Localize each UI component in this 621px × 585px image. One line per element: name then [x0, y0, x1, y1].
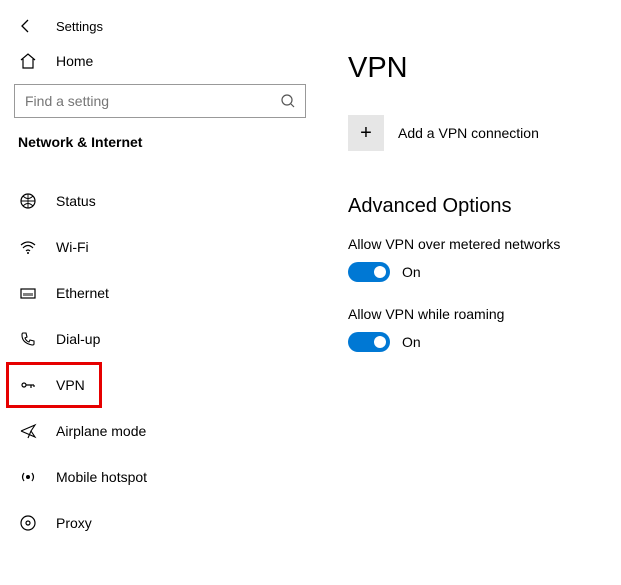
sidebar-item-status[interactable]: Status — [0, 178, 320, 224]
home-label: Home — [56, 53, 93, 69]
sidebar-item-airplane[interactable]: Airplane mode — [0, 408, 320, 454]
page-title: VPN — [348, 52, 621, 85]
header-row: Settings — [0, 18, 320, 34]
window-title: Settings — [56, 19, 103, 34]
back-icon[interactable] — [18, 18, 34, 34]
sidebar-item-dialup[interactable]: Dial-up — [0, 316, 320, 362]
vpn-icon — [18, 376, 38, 394]
phone-icon — [18, 330, 38, 348]
main-panel: VPN + Add a VPN connection Advanced Opti… — [320, 0, 621, 585]
add-vpn-label: Add a VPN connection — [398, 125, 539, 141]
sidebar-item-label: Proxy — [56, 515, 92, 531]
sidebar-item-label: Ethernet — [56, 285, 109, 301]
sidebar-item-label: VPN — [56, 377, 85, 393]
roaming-state: On — [402, 334, 421, 350]
wifi-icon — [18, 238, 38, 256]
sidebar-item-label: Mobile hotspot — [56, 469, 147, 485]
ethernet-icon — [18, 284, 38, 302]
proxy-icon — [18, 514, 38, 532]
sidebar-item-proxy[interactable]: Proxy — [0, 500, 320, 546]
search-input[interactable] — [14, 84, 306, 118]
plus-icon: + — [348, 115, 384, 151]
sidebar-item-label: Status — [56, 193, 96, 209]
sidebar-item-label: Dial-up — [56, 331, 100, 347]
roaming-toggle[interactable] — [348, 332, 390, 352]
metered-label: Allow VPN over metered networks — [348, 236, 621, 252]
advanced-title: Advanced Options — [348, 195, 621, 218]
sidebar-item-wifi[interactable]: Wi-Fi — [0, 224, 320, 270]
metered-toggle-row: On — [348, 262, 621, 282]
roaming-label: Allow VPN while roaming — [348, 306, 621, 322]
sidebar-item-label: Wi-Fi — [56, 239, 89, 255]
add-vpn-button[interactable]: + Add a VPN connection — [348, 115, 621, 151]
sidebar-item-vpn[interactable]: VPN — [0, 362, 320, 408]
section-title: Network & Internet — [0, 134, 320, 150]
sidebar-item-label: Airplane mode — [56, 423, 146, 439]
roaming-toggle-row: On — [348, 332, 621, 352]
sidebar-item-ethernet[interactable]: Ethernet — [0, 270, 320, 316]
hotspot-icon — [18, 468, 38, 486]
home-button[interactable]: Home — [0, 52, 320, 70]
search-box-wrap — [14, 84, 306, 118]
metered-toggle[interactable] — [348, 262, 390, 282]
airplane-icon — [18, 422, 38, 440]
sidebar: Settings Home Network & Internet Status … — [0, 0, 320, 585]
metered-state: On — [402, 264, 421, 280]
home-icon — [18, 52, 38, 70]
sidebar-item-hotspot[interactable]: Mobile hotspot — [0, 454, 320, 500]
globe-icon — [18, 192, 38, 210]
